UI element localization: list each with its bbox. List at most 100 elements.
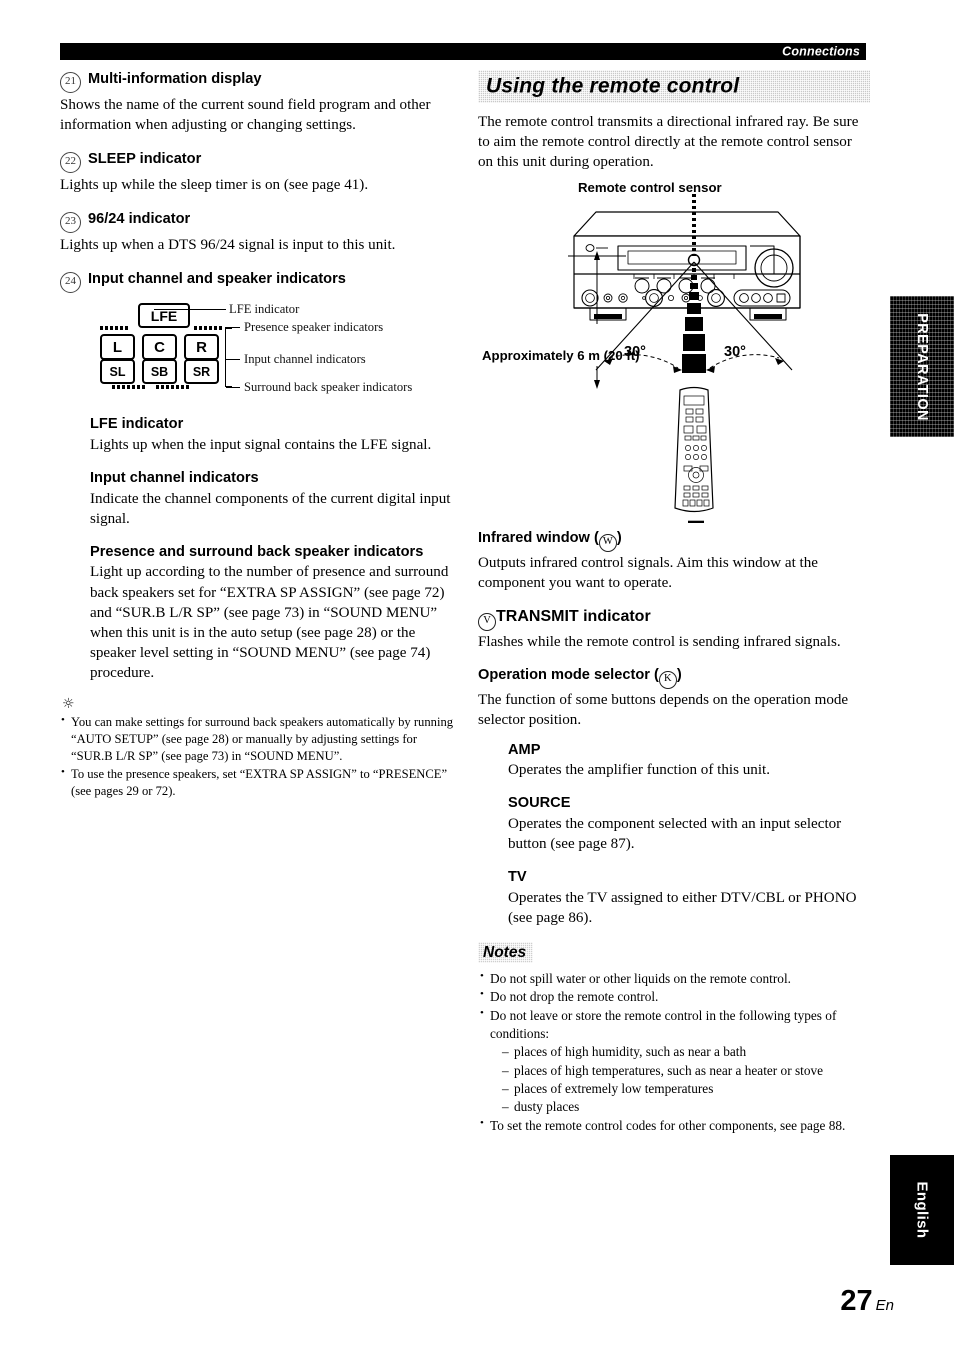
entry-body: Shows the name of the current sound fiel… bbox=[60, 97, 431, 134]
note-item: To set the remote control codes for othe… bbox=[478, 1116, 870, 1135]
indicator-cell-lfe: LFE bbox=[138, 303, 190, 329]
subsection-title: Input channel indicators bbox=[90, 469, 259, 486]
subsection-body: Flashes while the remote control is send… bbox=[478, 634, 841, 651]
running-header-bar: Connections bbox=[60, 43, 866, 60]
indicator-cell-sl: SL bbox=[100, 359, 135, 385]
notes-block: Notes Do not spill water or other liquid… bbox=[478, 941, 870, 1135]
presence-indicator-left bbox=[100, 326, 130, 331]
page-number-value: 27 bbox=[840, 1285, 873, 1317]
figure-label-angle-right: 30° bbox=[724, 344, 746, 361]
subsection-body: The function of some buttons depends on … bbox=[478, 692, 849, 729]
subsection-body: Outputs infrared control signals. Aim th… bbox=[478, 555, 818, 592]
mode-body: Operates the component selected with an … bbox=[508, 815, 842, 852]
entry-title: Multi-information display bbox=[88, 71, 262, 87]
mode-tv: TV Operates the TV assigned to either DT… bbox=[508, 868, 870, 928]
note-item: Do not spill water or other liquids on t… bbox=[478, 969, 870, 988]
notes-heading: Notes bbox=[478, 941, 533, 963]
note-sub-list: places of high humidity, such as near a … bbox=[490, 1043, 870, 1117]
subsection-title-text: Operation mode selector ( bbox=[478, 667, 659, 684]
indicator-cell-l: L bbox=[100, 334, 135, 361]
subsection-title-text: Infrared window ( bbox=[478, 530, 599, 547]
entry-title: Input channel and speaker indicators bbox=[88, 271, 346, 288]
tip-item: To use the presence speakers, set “EXTRA… bbox=[60, 765, 460, 800]
subsection-title: Presence and surround back speaker indic… bbox=[90, 543, 424, 560]
note-sub-item: places of high humidity, such as near a … bbox=[502, 1043, 870, 1062]
indicator-cell-sr: SR bbox=[184, 359, 219, 385]
note-sub-item: dusty places bbox=[502, 1098, 870, 1117]
tip-block: ☼ You can make settings for surround bac… bbox=[60, 697, 460, 801]
entry-title: SLEEP indicator bbox=[88, 151, 202, 168]
circled-letter-w: W bbox=[598, 534, 617, 553]
subsection-body: Indicate the channel components of the c… bbox=[90, 490, 451, 527]
leader-line-surround bbox=[226, 387, 240, 389]
right-column: Using the remote control The remote cont… bbox=[478, 70, 870, 1135]
side-tab-english: English bbox=[890, 1155, 954, 1265]
subsection-infrared-window: Infrared window (W) Outputs infrared con… bbox=[478, 529, 870, 593]
diagram-bracket bbox=[225, 327, 232, 388]
running-header-title: Connections bbox=[782, 44, 860, 59]
subsection-title: Operation mode selector (K) bbox=[478, 666, 870, 690]
tip-list: You can make settings for surround back … bbox=[60, 713, 460, 801]
item-number-23: 23 bbox=[60, 212, 81, 234]
subsection-presence-and-surround-back-speaker-indicators: Presence and surround back speaker indic… bbox=[90, 543, 460, 683]
subsection-operation-mode-selector: Operation mode selector (K) The function… bbox=[478, 666, 870, 730]
mode-body: Operates the amplifier function of this … bbox=[508, 762, 770, 779]
diagram-label-input-channel: Input channel indicators bbox=[244, 352, 366, 367]
side-tab-preparation: PREPARATION bbox=[890, 296, 954, 437]
subsection-title-tail: ) bbox=[676, 667, 682, 684]
presence-indicator-right bbox=[194, 326, 224, 331]
entry-body: Lights up when a DTS 96/24 signal is inp… bbox=[60, 237, 396, 254]
side-tab-english-label: English bbox=[913, 1181, 931, 1239]
diagram-label-surround-back: Surround back speaker indicators bbox=[244, 380, 413, 395]
note-text: Do not drop the remote control. bbox=[490, 989, 659, 1005]
subsection-title: Infrared window (W) bbox=[478, 529, 870, 553]
note-text: Do not leave or store the remote control… bbox=[490, 1007, 837, 1041]
indicator-cell-r: R bbox=[184, 334, 219, 361]
leader-line-input bbox=[226, 359, 240, 361]
mode-title: AMP bbox=[508, 741, 541, 758]
entry-multi-information-display: 21 Multi-information display Shows the n… bbox=[60, 70, 460, 135]
item-number-24: 24 bbox=[60, 272, 81, 294]
subsection-body: Lights up when the input signal contains… bbox=[90, 436, 432, 453]
circled-letter-k: K bbox=[658, 671, 677, 690]
remote-control-range-figure: Remote control sensor Approximately 6 m … bbox=[478, 178, 870, 524]
section-heading-using-the-remote-control: Using the remote control bbox=[478, 70, 870, 103]
side-tab-preparation-label: PREPARATION bbox=[914, 312, 930, 421]
diagram-label-lfe: LFE indicator bbox=[229, 302, 300, 317]
note-sub-item: places of high temperatures, such as nea… bbox=[502, 1062, 870, 1081]
leader-line-lfe bbox=[154, 309, 226, 311]
entry-96-24-indicator: 23 96/24 indicator Lights up when a DTS … bbox=[60, 210, 460, 255]
indicator-cell-c: C bbox=[142, 334, 177, 361]
subsection-title-text: TRANSMIT indicator bbox=[496, 608, 651, 626]
notes-list: Do not spill water or other liquids on t… bbox=[478, 969, 870, 1135]
mode-title: TV bbox=[508, 869, 527, 886]
manual-page: Connections 21 Multi-information display… bbox=[0, 0, 954, 1352]
item-number-22: 22 bbox=[60, 152, 81, 174]
note-item: Do not drop the remote control. bbox=[478, 987, 870, 1006]
indicator-cell-sb: SB bbox=[142, 359, 177, 385]
entry-input-channel-and-speaker-indicators: 24 Input channel and speaker indicators bbox=[60, 270, 460, 294]
speaker-indicator-diagram: LFE L C R SL SB SR LFE indicator Presenc… bbox=[98, 301, 448, 401]
page-number-language: En bbox=[875, 1297, 894, 1314]
mode-body: Operates the TV assigned to either DTV/C… bbox=[508, 889, 857, 926]
subsection-transmit-indicator: V TRANSMIT indicator Flashes while the re… bbox=[478, 607, 870, 652]
item-number-21: 21 bbox=[60, 72, 81, 93]
diagram-label-presence: Presence speaker indicators bbox=[244, 320, 384, 335]
entry-sleep-indicator: 22 SLEEP indicator Lights up while the s… bbox=[60, 150, 460, 195]
entry-body: Lights up while the sleep timer is on (s… bbox=[60, 177, 369, 194]
note-item: Do not leave or store the remote control… bbox=[478, 1006, 870, 1117]
mode-list: AMP Operates the amplifier function of t… bbox=[508, 741, 870, 928]
remote-control-illustration bbox=[674, 387, 714, 524]
mode-amp: AMP Operates the amplifier function of t… bbox=[508, 741, 870, 781]
section-heading-text: Using the remote control bbox=[486, 74, 740, 98]
subsection-title-tail: ) bbox=[616, 530, 622, 547]
subsection-body: Light up according to the number of pres… bbox=[90, 564, 449, 681]
subsection-title: LFE indicator bbox=[90, 416, 184, 433]
surround-back-indicator-right bbox=[156, 385, 190, 390]
surround-back-indicator-left bbox=[112, 385, 146, 390]
page-number: 27 En bbox=[840, 1285, 894, 1318]
section-intro-text: The remote control transmits a direction… bbox=[478, 114, 859, 171]
tip-sunburst-icon: ☼ bbox=[62, 695, 75, 712]
note-text: Do not spill water or other liquids on t… bbox=[490, 970, 791, 986]
subsection-lfe-indicator: LFE indicator Lights up when the input s… bbox=[90, 415, 460, 455]
